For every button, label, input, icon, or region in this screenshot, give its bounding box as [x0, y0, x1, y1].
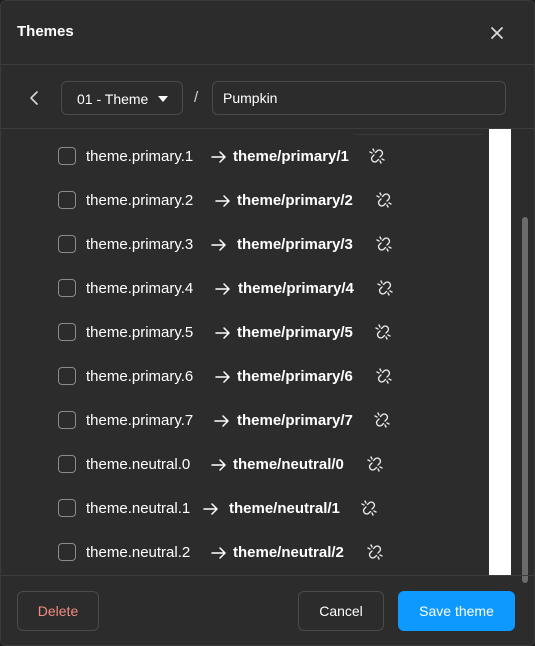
- token-name: theme.primary.7: [86, 412, 194, 429]
- token-row: theme.primary.3 theme/primary/3: [1, 223, 481, 267]
- delete-button[interactable]: Delete: [17, 591, 99, 631]
- unlink-icon[interactable]: [367, 146, 387, 166]
- arrow-right-icon: [215, 327, 230, 339]
- row-checkbox[interactable]: [58, 411, 76, 429]
- unlink-icon[interactable]: [373, 322, 393, 342]
- dialog-header: Themes: [1, 1, 534, 65]
- theme-group-select-value: 01 - Theme: [77, 91, 149, 107]
- token-list: theme.primary.1 theme/primary/1 theme.prim…: [1, 129, 534, 575]
- token-name: theme.primary.4: [86, 280, 194, 297]
- style-path: theme/primary/3: [237, 236, 353, 253]
- unlink-icon[interactable]: [374, 234, 394, 254]
- unlink-icon[interactable]: [365, 542, 385, 562]
- scrollbar-track-light: [489, 129, 511, 575]
- unlink-icon[interactable]: [365, 454, 385, 474]
- token-row: theme.neutral.1 theme/neutral/1: [1, 487, 481, 531]
- token-name: theme.primary.5: [86, 324, 194, 341]
- arrow-right-icon: [211, 151, 226, 163]
- style-path: theme/primary/2: [237, 192, 353, 209]
- unlink-icon[interactable]: [374, 190, 394, 210]
- arrow-right-icon: [215, 371, 230, 383]
- token-row: theme.neutral.2 theme/neutral/2: [1, 531, 481, 575]
- row-checkbox[interactable]: [58, 147, 76, 165]
- token-name: theme.primary.3: [86, 236, 194, 253]
- row-checkbox[interactable]: [58, 235, 76, 253]
- unlink-icon[interactable]: [372, 410, 392, 430]
- token-row: theme.primary.6 theme/primary/6: [1, 355, 481, 399]
- style-path: theme/primary/6: [237, 368, 353, 385]
- token-name: theme.neutral.1: [86, 500, 191, 517]
- theme-toolbar: 01 - Theme /: [1, 65, 534, 129]
- save-theme-button[interactable]: Save theme: [398, 591, 515, 631]
- arrow-right-icon: [211, 459, 226, 471]
- style-path: theme/neutral/2: [233, 544, 344, 561]
- style-path: theme/neutral/0: [233, 456, 344, 473]
- dialog-title: Themes: [17, 23, 74, 40]
- row-checkbox[interactable]: [58, 279, 76, 297]
- token-name: theme.primary.2: [86, 192, 194, 209]
- token-row: theme.primary.5 theme/primary/5: [1, 311, 481, 355]
- row-checkbox[interactable]: [58, 367, 76, 385]
- path-separator: /: [194, 89, 199, 106]
- arrow-right-icon: [215, 195, 230, 207]
- token-name: theme.primary.1: [86, 148, 194, 165]
- arrow-right-icon: [215, 283, 230, 295]
- cancel-button[interactable]: Cancel: [298, 591, 384, 631]
- token-row: theme.primary.2 theme/primary/2: [1, 179, 481, 223]
- token-row: theme.primary.4 theme/primary/4: [1, 267, 481, 311]
- theme-group-select[interactable]: 01 - Theme: [61, 81, 183, 115]
- token-name: theme.neutral.0: [86, 456, 191, 473]
- close-icon[interactable]: [487, 23, 507, 43]
- style-path: theme/primary/7: [237, 412, 353, 429]
- arrow-right-icon: [214, 415, 229, 427]
- arrow-right-icon: [211, 547, 226, 559]
- row-checkbox[interactable]: [58, 455, 76, 473]
- row-checkbox[interactable]: [58, 191, 76, 209]
- token-row: theme.primary.7 theme/primary/7: [1, 399, 481, 443]
- unlink-icon[interactable]: [375, 278, 395, 298]
- token-row: theme.neutral.0 theme/neutral/0: [1, 443, 481, 487]
- theme-name-input[interactable]: [212, 81, 506, 115]
- row-checkbox[interactable]: [58, 323, 76, 341]
- style-path: theme/primary/5: [237, 324, 353, 341]
- themes-dialog: Themes 01 - Theme / theme.primary.1theme…: [0, 0, 535, 646]
- chevron-left-icon[interactable]: [23, 87, 45, 109]
- row-checkbox[interactable]: [58, 543, 76, 561]
- arrow-right-icon: [211, 239, 226, 251]
- style-path: theme/primary/1: [233, 148, 349, 165]
- token-name: theme.neutral.2: [86, 544, 191, 561]
- unlink-icon[interactable]: [374, 366, 394, 386]
- style-path: theme/neutral/1: [229, 500, 340, 517]
- unlink-icon[interactable]: [359, 498, 379, 518]
- token-name: theme.primary.6: [86, 368, 194, 385]
- scrollbar-thumb[interactable]: [522, 217, 528, 583]
- dialog-footer: Delete Cancel Save theme: [1, 575, 534, 645]
- style-path: theme/primary/4: [238, 280, 354, 297]
- caret-down-icon: [158, 96, 168, 102]
- token-row: theme.primary.1 theme/primary/1: [1, 135, 481, 179]
- arrow-right-icon: [203, 503, 218, 515]
- row-checkbox[interactable]: [58, 499, 76, 517]
